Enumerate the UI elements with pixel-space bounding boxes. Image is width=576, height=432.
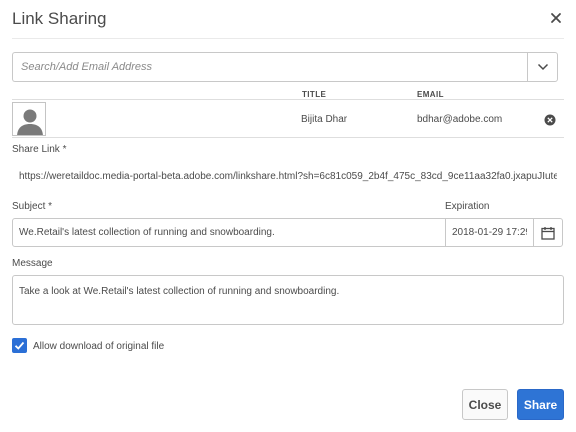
- subject-field[interactable]: [12, 218, 446, 247]
- expiration-label: Expiration: [445, 201, 490, 212]
- close-button[interactable]: Close: [462, 389, 508, 420]
- column-header-email: EMAIL: [417, 90, 444, 99]
- header-divider: [12, 38, 564, 39]
- share-link-url[interactable]: https://weretaildoc.media-portal-beta.ad…: [19, 171, 557, 182]
- column-header-title: TITLE: [302, 90, 327, 99]
- allow-download-label[interactable]: Allow download of original file: [33, 341, 164, 352]
- recipient-name: Bijita Dhar: [301, 114, 348, 125]
- remove-circle-icon[interactable]: [544, 114, 556, 126]
- checkmark-icon: [14, 341, 25, 350]
- search-email-field[interactable]: [12, 52, 528, 82]
- calendar-button[interactable]: [533, 218, 563, 247]
- message-label: Message: [12, 258, 53, 269]
- calendar-icon: [541, 226, 555, 240]
- search-dropdown-button[interactable]: [527, 52, 558, 82]
- link-sharing-dialog: Link Sharing TITLE EMAIL Bijita Dhar bdh…: [0, 0, 576, 432]
- subject-input[interactable]: [13, 219, 445, 246]
- user-avatar-icon: [12, 102, 46, 136]
- dialog-title: Link Sharing: [12, 9, 107, 28]
- message-textarea[interactable]: Take a look at We.Retail's latest collec…: [13, 276, 563, 324]
- chevron-down-icon: [537, 63, 548, 71]
- share-link-label: Share Link *: [12, 144, 67, 155]
- subject-label: Subject *: [12, 201, 53, 212]
- expiration-field[interactable]: [445, 218, 534, 247]
- message-field[interactable]: Take a look at We.Retail's latest collec…: [12, 275, 564, 325]
- close-icon[interactable]: [549, 10, 563, 26]
- search-input[interactable]: [13, 53, 528, 81]
- recipient-email: bdhar@adobe.com: [417, 114, 503, 125]
- recipient-row: Bijita Dhar bdhar@adobe.com: [12, 99, 564, 138]
- share-button[interactable]: Share: [517, 389, 564, 420]
- expiration-input[interactable]: [446, 219, 533, 246]
- allow-download-checkbox[interactable]: [12, 338, 27, 353]
